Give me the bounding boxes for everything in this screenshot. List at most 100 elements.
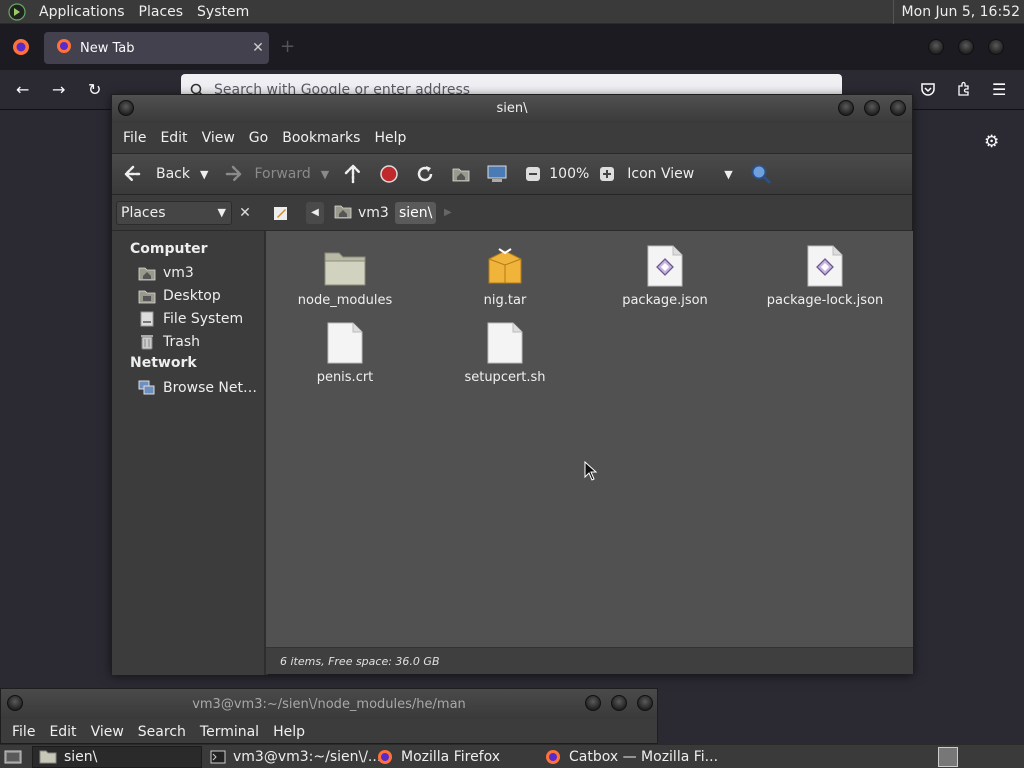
file-item-package-lock-json[interactable]: package-lock.json	[745, 241, 905, 308]
firefox-tab-new-tab[interactable]: New Tab ✕	[44, 32, 269, 64]
sidebar-item-trash[interactable]: Trash	[138, 332, 200, 352]
zoom-in-button[interactable]	[595, 162, 619, 186]
sidebar-type-select[interactable]: Places ▼	[116, 201, 232, 225]
file-item-package-json[interactable]: package.json	[585, 241, 745, 308]
close-sidebar-icon[interactable]: ✕	[234, 201, 256, 225]
sidebar-item-desktop[interactable]: Desktop	[138, 286, 221, 306]
zoom-level: 100%	[549, 166, 590, 182]
reload-button[interactable]	[413, 162, 437, 186]
text-file-icon	[265, 318, 425, 364]
forward-arrow-icon[interactable]: →	[52, 80, 65, 99]
back-arrow-icon[interactable]: ←	[16, 80, 29, 99]
zoom-in-icon	[595, 162, 619, 186]
search-icon	[749, 162, 773, 186]
menu-file[interactable]: File	[116, 130, 153, 146]
new-tab-button[interactable]: +	[280, 36, 295, 57]
network-icon	[138, 380, 156, 396]
up-button[interactable]	[341, 162, 365, 186]
breadcrumb-sien[interactable]: sien\	[395, 202, 437, 224]
menu-view[interactable]: View	[195, 130, 242, 146]
mate-logo-icon[interactable]	[6, 1, 28, 23]
file-item-nig-tar[interactable]: nig.tar	[425, 241, 585, 308]
text-file-icon	[425, 318, 585, 364]
maximize-button[interactable]	[864, 100, 880, 116]
tab-close-icon[interactable]: ✕	[247, 40, 269, 56]
menu-edit[interactable]: Edit	[153, 130, 194, 146]
toolbar: Back ▼ Forward ▼ 100% Icon View ▼	[112, 153, 912, 195]
computer-button[interactable]	[485, 162, 509, 186]
toggle-location-entry-button[interactable]	[271, 202, 291, 224]
close-button[interactable]	[637, 695, 653, 711]
file-manager-titlebar[interactable]: sien\	[112, 95, 912, 123]
file-item-setupcert-sh[interactable]: setupcert.sh	[425, 318, 585, 385]
up-arrow-icon	[341, 162, 365, 186]
hamburger-menu-icon[interactable]: ☰	[992, 80, 1006, 99]
sidebar-item-browse-network[interactable]: Browse Net…	[138, 378, 257, 398]
gear-icon[interactable]: ⚙	[984, 132, 999, 152]
reload-icon[interactable]: ↻	[88, 80, 101, 99]
taskbar-item-file-manager[interactable]: sien\	[32, 746, 202, 768]
minimize-button[interactable]	[585, 695, 601, 711]
archive-box-icon	[425, 241, 585, 287]
terminal-menu-help[interactable]: Help	[266, 724, 312, 740]
breadcrumb-scroll-right[interactable]: ▶	[444, 202, 452, 224]
extensions-icon[interactable]	[956, 81, 972, 101]
minimize-button[interactable]	[928, 39, 944, 55]
mouse-cursor-icon	[584, 460, 598, 485]
back-button[interactable]: Back ▼	[122, 162, 208, 186]
pocket-icon[interactable]	[920, 81, 936, 101]
location-bar: Places ▼ ✕ ◀ vm3 sien\ ▶	[112, 195, 912, 231]
terminal-menu-file[interactable]: File	[5, 724, 42, 740]
taskbar-item-firefox[interactable]: Mozilla Firefox	[370, 746, 538, 768]
firefox-window-buttons	[928, 39, 1004, 55]
minimize-button[interactable]	[838, 100, 854, 116]
system-menu[interactable]: System	[190, 4, 256, 20]
sidebar-item-file-system[interactable]: File System	[138, 309, 243, 329]
back-dropdown-icon[interactable]: ▼	[200, 168, 208, 181]
file-icon-view[interactable]: node_modules nig.tar package.json packag…	[266, 231, 913, 647]
terminal-menu-terminal[interactable]: Terminal	[193, 724, 266, 740]
taskbar-item-terminal[interactable]: vm3@vm3:~/sien\/...	[204, 746, 381, 768]
terminal-menu-view[interactable]: View	[84, 724, 131, 740]
menu-go[interactable]: Go	[242, 130, 275, 146]
zoom-out-button[interactable]	[521, 162, 545, 186]
taskbar-item-catbox-firefox[interactable]: Catbox — Mozilla Fi...	[538, 746, 728, 768]
json-file-icon	[585, 241, 745, 287]
maximize-button[interactable]	[611, 695, 627, 711]
drive-icon	[138, 311, 156, 327]
places-sidebar: Computer vm3 Desktop File System Trash N	[112, 231, 264, 675]
close-button[interactable]	[988, 39, 1004, 55]
zoom-out-icon	[521, 162, 545, 186]
breadcrumb-vm3[interactable]: vm3	[334, 202, 389, 224]
terminal-menu-search[interactable]: Search	[131, 724, 193, 740]
view-mode-dropdown-icon: ▼	[724, 167, 733, 181]
file-item-penis-crt[interactable]: penis.crt	[265, 318, 425, 385]
back-arrow-icon	[122, 162, 146, 186]
show-desktop-button[interactable]	[0, 746, 26, 768]
home-button[interactable]	[449, 162, 473, 186]
view-mode-select[interactable]: Icon View ▼	[627, 166, 732, 182]
home-folder-icon	[138, 265, 156, 281]
terminal-titlebar[interactable]: vm3@vm3:~/sien\/node_modules/he/man	[1, 689, 657, 719]
places-menu[interactable]: Places	[132, 4, 191, 20]
close-button[interactable]	[890, 100, 906, 116]
terminal-menu-edit[interactable]: Edit	[42, 724, 83, 740]
search-button[interactable]	[749, 162, 773, 186]
breadcrumb-scroll-left[interactable]: ◀	[306, 202, 324, 224]
firefox-menu-icon[interactable]	[12, 38, 30, 60]
forward-dropdown-icon[interactable]: ▼	[321, 168, 329, 181]
stop-button[interactable]	[377, 162, 401, 186]
applications-menu[interactable]: Applications	[32, 4, 132, 20]
file-item-node-modules[interactable]: node_modules	[265, 241, 425, 308]
maximize-button[interactable]	[958, 39, 974, 55]
bottom-taskbar: sien\ vm3@vm3:~/sien\/... Mozilla Firefo…	[0, 744, 1024, 768]
sidebar-item-vm3[interactable]: vm3	[138, 263, 194, 283]
clock[interactable]: Mon Jun 5, 16:52	[892, 0, 1020, 24]
forward-button[interactable]: Forward ▼	[220, 162, 329, 186]
menu-bookmarks[interactable]: Bookmarks	[275, 130, 367, 146]
dropdown-arrow-icon: ▼	[217, 206, 226, 219]
menu-help[interactable]: Help	[367, 130, 413, 146]
terminal-window: vm3@vm3:~/sien\/node_modules/he/man File…	[0, 688, 658, 744]
workspace-switcher[interactable]	[938, 747, 958, 767]
file-manager-window: sien\ File Edit View Go Bookmarks Help B…	[111, 94, 913, 675]
